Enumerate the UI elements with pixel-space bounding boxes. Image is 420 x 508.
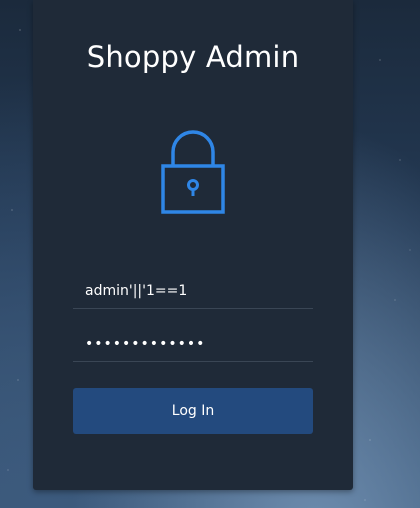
- username-field-wrapper: [73, 274, 313, 309]
- password-input[interactable]: [73, 327, 313, 361]
- password-field-wrapper: [73, 327, 313, 362]
- app-title: Shoppy Admin: [86, 40, 300, 74]
- lock-icon: [161, 130, 225, 214]
- login-card: Shoppy Admin Log In: [33, 0, 353, 490]
- username-input[interactable]: [73, 274, 313, 308]
- log-in-button[interactable]: Log In: [73, 388, 313, 434]
